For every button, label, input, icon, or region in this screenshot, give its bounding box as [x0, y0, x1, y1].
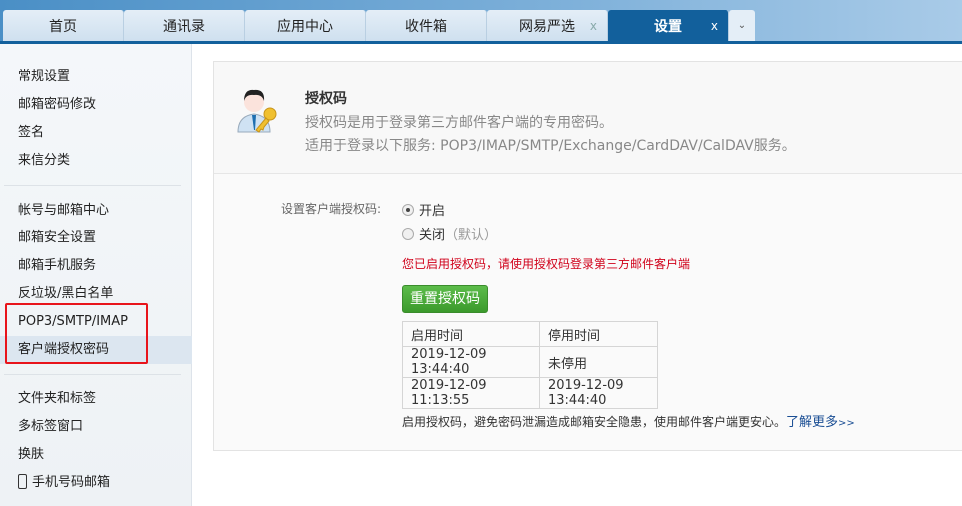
sidebar-item-account-center[interactable]: 帐号与邮箱中心 — [0, 197, 192, 225]
tab-label: 应用中心 — [277, 18, 333, 35]
tab-yanxuan[interactable]: 网易严选 x — [487, 10, 608, 41]
sidebar-item-mail-rules[interactable]: 来信分类 — [0, 147, 192, 175]
sidebar-item-phone-mail[interactable]: 手机号码邮箱 — [0, 469, 192, 497]
sidebar-item-password[interactable]: 邮箱密码修改 — [0, 91, 192, 119]
table-header-row: 启用时间 停用时间 — [402, 321, 658, 347]
tab-label: 设置 — [654, 18, 682, 35]
radio-unchecked-icon — [402, 227, 414, 240]
table-cell: 未停用 — [539, 346, 658, 378]
radio-checked-icon — [402, 203, 414, 216]
table-cell: 2019-12-09 13:44:40 — [402, 346, 540, 378]
tab-app-center[interactable]: 应用中心 — [245, 10, 366, 41]
sidebar-item-multitab[interactable]: 多标签窗口 — [0, 413, 192, 441]
auth-code-panel: 授权码 授权码是用于登录第三方邮件客户端的专用密码。 适用于登录以下服务: PO… — [213, 61, 962, 451]
tab-bar: 首页 通讯录 应用中心 收件箱 网易严选 x 设置 x ⌄ — [3, 10, 755, 41]
user-key-icon — [237, 89, 277, 133]
close-icon[interactable]: x — [711, 19, 718, 33]
sidebar-item-signature[interactable]: 签名 — [0, 119, 192, 147]
sidebar: 常规设置 邮箱密码修改 签名 来信分类 帐号与邮箱中心 邮箱安全设置 邮箱手机服… — [0, 44, 192, 506]
tabs-more-button[interactable]: ⌄ — [729, 10, 755, 41]
description: 授权码是用于登录第三方邮件客户端的专用密码。 — [305, 115, 613, 131]
footer-text: 启用授权码，避免密码泄漏造成邮箱安全隐患，使用邮件客户端更安心。 — [402, 415, 787, 429]
table-row: 2019-12-09 11:13:55 2019-12-09 13:44:40 — [402, 377, 658, 409]
auth-setting-label: 设置客户端授权码: — [281, 202, 382, 216]
tab-label: 收件箱 — [405, 18, 447, 35]
default-note: （默认） — [445, 228, 498, 243]
table-cell: 2019-12-09 11:13:55 — [402, 377, 540, 409]
sidebar-item-skin[interactable]: 换肤 — [0, 441, 192, 469]
tab-settings[interactable]: 设置 x — [608, 10, 729, 41]
highlight-box — [5, 303, 148, 364]
tab-inbox[interactable]: 收件箱 — [366, 10, 487, 41]
reset-auth-code-button[interactable]: 重置授权码 — [402, 285, 488, 313]
services-description: 适用于登录以下服务: POP3/IMAP/SMTP/Exchange/CardD… — [305, 138, 796, 154]
chevron-down-icon: ⌄ — [737, 20, 747, 31]
table-row: 2019-12-09 13:44:40 未停用 — [402, 346, 658, 378]
radio-label: 关闭 — [419, 228, 446, 243]
tab-home[interactable]: 首页 — [3, 10, 124, 41]
tab-contacts[interactable]: 通讯录 — [124, 10, 245, 41]
sidebar-item-general[interactable]: 常规设置 — [0, 63, 192, 91]
sidebar-item-folders[interactable]: 文件夹和标签 — [0, 385, 192, 413]
tab-label: 网易严选 — [519, 18, 575, 35]
sidebar-item-security[interactable]: 邮箱安全设置 — [0, 224, 192, 252]
tab-label: 通讯录 — [163, 18, 205, 35]
radio-label: 开启 — [419, 204, 446, 219]
link-label: 了解更多 — [786, 415, 839, 430]
link-arrows: >> — [838, 418, 855, 429]
column-header: 停用时间 — [539, 321, 658, 347]
column-header: 启用时间 — [402, 321, 540, 347]
status-warning: 您已启用授权码，请使用授权码登录第三方邮件客户端 — [402, 257, 691, 271]
divider — [4, 185, 181, 186]
tab-label: 首页 — [49, 18, 77, 35]
footer-note: 启用授权码，避免密码泄漏造成邮箱安全隐患，使用邮件客户端更安心。了解更多>> — [402, 411, 855, 430]
divider — [4, 374, 181, 375]
panel-header: 授权码 授权码是用于登录第三方邮件客户端的专用密码。 适用于登录以下服务: PO… — [214, 62, 962, 174]
radio-enable[interactable]: 开启 — [402, 200, 445, 219]
auth-history-table: 启用时间 停用时间 2019-12-09 13:44:40 未停用 2019-12-… — [402, 321, 658, 409]
close-icon[interactable]: x — [590, 19, 597, 33]
table-cell: 2019-12-09 13:44:40 — [539, 377, 658, 409]
learn-more-link[interactable]: 了解更多>> — [786, 415, 855, 430]
sidebar-item-mobile-service[interactable]: 邮箱手机服务 — [0, 252, 192, 280]
radio-disable[interactable]: 关闭 （默认） — [402, 224, 497, 243]
page-title: 授权码 — [305, 91, 347, 107]
sidebar-item-label: 手机号码邮箱 — [32, 475, 111, 490]
phone-icon — [18, 474, 27, 489]
